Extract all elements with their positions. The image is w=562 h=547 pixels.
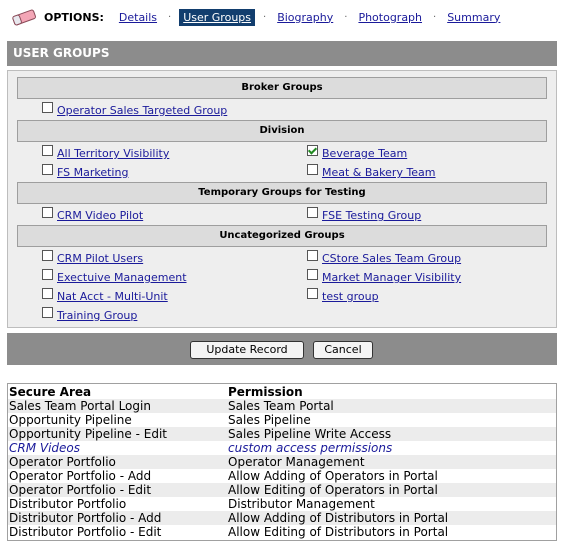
- permission-cell: Sales Team Portal: [228, 399, 334, 413]
- group-crm-pilot-users[interactable]: CRM Pilot Users: [42, 250, 143, 265]
- group-checkbox[interactable]: [42, 269, 53, 280]
- secure-area-cell: Operator Portfolio - Edit: [9, 483, 152, 497]
- group-checkbox-checked[interactable]: [307, 145, 318, 156]
- group-all-territory-visibility[interactable]: All Territory Visibility: [42, 145, 169, 160]
- category-header-temporary: Temporary Groups for Testing: [17, 182, 547, 204]
- group-checkbox[interactable]: [307, 250, 318, 261]
- column-header-permission: Permission: [228, 385, 303, 399]
- table-row: Operator Portfolio - Add Allow Adding of…: [8, 469, 556, 483]
- table-row: Opportunity Pipeline - Edit Sales Pipeli…: [8, 427, 556, 441]
- group-label[interactable]: Operator Sales Targeted Group: [57, 104, 227, 117]
- update-record-button[interactable]: Update Record: [190, 341, 304, 359]
- permission-cell: Allow Adding of Distributors in Portal: [228, 511, 449, 525]
- secure-area-cell: Opportunity Pipeline - Edit: [9, 427, 167, 441]
- group-label[interactable]: Market Manager Visibility: [322, 271, 461, 284]
- secure-area-cell: Sales Team Portal Login: [9, 399, 151, 413]
- eraser-icon: [10, 8, 38, 26]
- group-fs-marketing[interactable]: FS Marketing: [42, 164, 128, 179]
- nav-separator: ·: [263, 11, 267, 23]
- group-training-group[interactable]: Training Group: [42, 307, 137, 322]
- options-bar: OPTIONS: Details · User Groups · Biograp…: [10, 6, 503, 28]
- group-market-manager-visibility[interactable]: Market Manager Visibility: [307, 269, 461, 284]
- nav-separator: ·: [344, 11, 348, 23]
- category-header-broker: Broker Groups: [17, 77, 547, 99]
- group-label[interactable]: FS Marketing: [57, 166, 128, 179]
- group-cstore-sales-team[interactable]: CStore Sales Team Group: [307, 250, 461, 265]
- column-header-secure-area: Secure Area: [9, 385, 92, 399]
- group-label[interactable]: CStore Sales Team Group: [322, 252, 461, 265]
- permission-cell: Allow Editing of Operators in Portal: [228, 483, 438, 497]
- group-checkbox[interactable]: [42, 207, 53, 218]
- group-fse-testing[interactable]: FSE Testing Group: [307, 207, 421, 222]
- category-header-uncategorized: Uncategorized Groups: [17, 225, 547, 247]
- secure-area-cell: Distributor Portfolio - Edit: [9, 525, 162, 539]
- group-checkbox[interactable]: [42, 250, 53, 261]
- permission-cell: Allow Editing of Distributors in Portal: [228, 525, 449, 539]
- table-row: Distributor Portfolio - Add Allow Adding…: [8, 511, 556, 525]
- secure-area-cell[interactable]: CRM Videos: [9, 441, 80, 455]
- group-label[interactable]: All Territory Visibility: [57, 147, 169, 160]
- group-test-group[interactable]: test group: [307, 288, 379, 303]
- group-label[interactable]: Nat Acct - Multi-Unit: [57, 290, 168, 303]
- group-label[interactable]: Meat & Bakery Team: [322, 166, 436, 179]
- group-checkbox[interactable]: [42, 145, 53, 156]
- table-header-row: Secure Area Permission: [8, 385, 556, 399]
- group-executive-management[interactable]: Exectuive Management: [42, 269, 187, 284]
- group-label[interactable]: Exectuive Management: [57, 271, 187, 284]
- nav-separator: ·: [168, 11, 172, 23]
- group-label[interactable]: FSE Testing Group: [322, 209, 421, 222]
- nav-separator: ·: [433, 11, 437, 23]
- category-header-division: Division: [17, 120, 547, 142]
- group-beverage-team[interactable]: Beverage Team: [307, 145, 407, 160]
- table-row: Sales Team Portal Login Sales Team Porta…: [8, 399, 556, 413]
- table-row: Operator Portfolio Operator Management: [8, 455, 556, 469]
- secure-area-cell: Opportunity Pipeline: [9, 413, 132, 427]
- options-label: OPTIONS:: [44, 10, 104, 24]
- group-label[interactable]: test group: [322, 290, 379, 303]
- tab-user-groups[interactable]: User Groups: [179, 8, 256, 26]
- group-checkbox[interactable]: [307, 288, 318, 299]
- group-label[interactable]: CRM Pilot Users: [57, 252, 143, 265]
- table-row: Opportunity Pipeline Sales Pipeline: [8, 413, 556, 427]
- tab-details[interactable]: Details: [116, 10, 160, 25]
- group-checkbox[interactable]: [42, 307, 53, 318]
- group-meat-bakery-team[interactable]: Meat & Bakery Team: [307, 164, 436, 179]
- table-row: Distributor Portfolio - Edit Allow Editi…: [8, 525, 556, 539]
- secure-area-cell: Operator Portfolio: [9, 455, 116, 469]
- tab-photograph[interactable]: Photograph: [355, 10, 425, 25]
- group-crm-video-pilot[interactable]: CRM Video Pilot: [42, 207, 143, 222]
- table-row: Operator Portfolio - Edit Allow Editing …: [8, 483, 556, 497]
- action-bar: Update Record Cancel: [7, 333, 557, 365]
- group-checkbox[interactable]: [42, 102, 53, 113]
- permissions-table: Secure Area Permission Sales Team Portal…: [7, 383, 557, 541]
- permission-cell: Sales Pipeline Write Access: [228, 427, 392, 441]
- group-checkbox[interactable]: [307, 164, 318, 175]
- permission-cell: Sales Pipeline: [228, 413, 311, 427]
- group-checkbox[interactable]: [42, 164, 53, 175]
- user-groups-panel: Broker Groups Operator Sales Targeted Gr…: [7, 70, 557, 328]
- group-nat-acct-multi-unit[interactable]: Nat Acct - Multi-Unit: [42, 288, 168, 303]
- secure-area-cell: Operator Portfolio - Add: [9, 469, 152, 483]
- secure-area-cell: Distributor Portfolio - Add: [9, 511, 162, 525]
- permission-cell: Operator Management: [228, 455, 365, 469]
- cancel-button[interactable]: Cancel: [313, 341, 373, 359]
- group-label[interactable]: CRM Video Pilot: [57, 209, 143, 222]
- table-row: Distributor Portfolio Distributor Manage…: [8, 497, 556, 511]
- group-label[interactable]: Beverage Team: [322, 147, 407, 160]
- tab-summary[interactable]: Summary: [444, 10, 503, 25]
- secure-area-cell: Distributor Portfolio: [9, 497, 127, 511]
- permission-cell: Distributor Management: [228, 497, 375, 511]
- table-row-link[interactable]: CRM Videos custom access permissions: [8, 441, 556, 455]
- permission-cell[interactable]: custom access permissions: [228, 441, 392, 455]
- group-operator-sales-targeted[interactable]: Operator Sales Targeted Group: [42, 102, 227, 117]
- tab-biography[interactable]: Biography: [274, 10, 336, 25]
- group-checkbox[interactable]: [307, 207, 318, 218]
- permission-cell: Allow Adding of Operators in Portal: [228, 469, 438, 483]
- section-title: USER GROUPS: [7, 41, 557, 66]
- group-checkbox[interactable]: [42, 288, 53, 299]
- group-checkbox[interactable]: [307, 269, 318, 280]
- group-label[interactable]: Training Group: [57, 309, 137, 322]
